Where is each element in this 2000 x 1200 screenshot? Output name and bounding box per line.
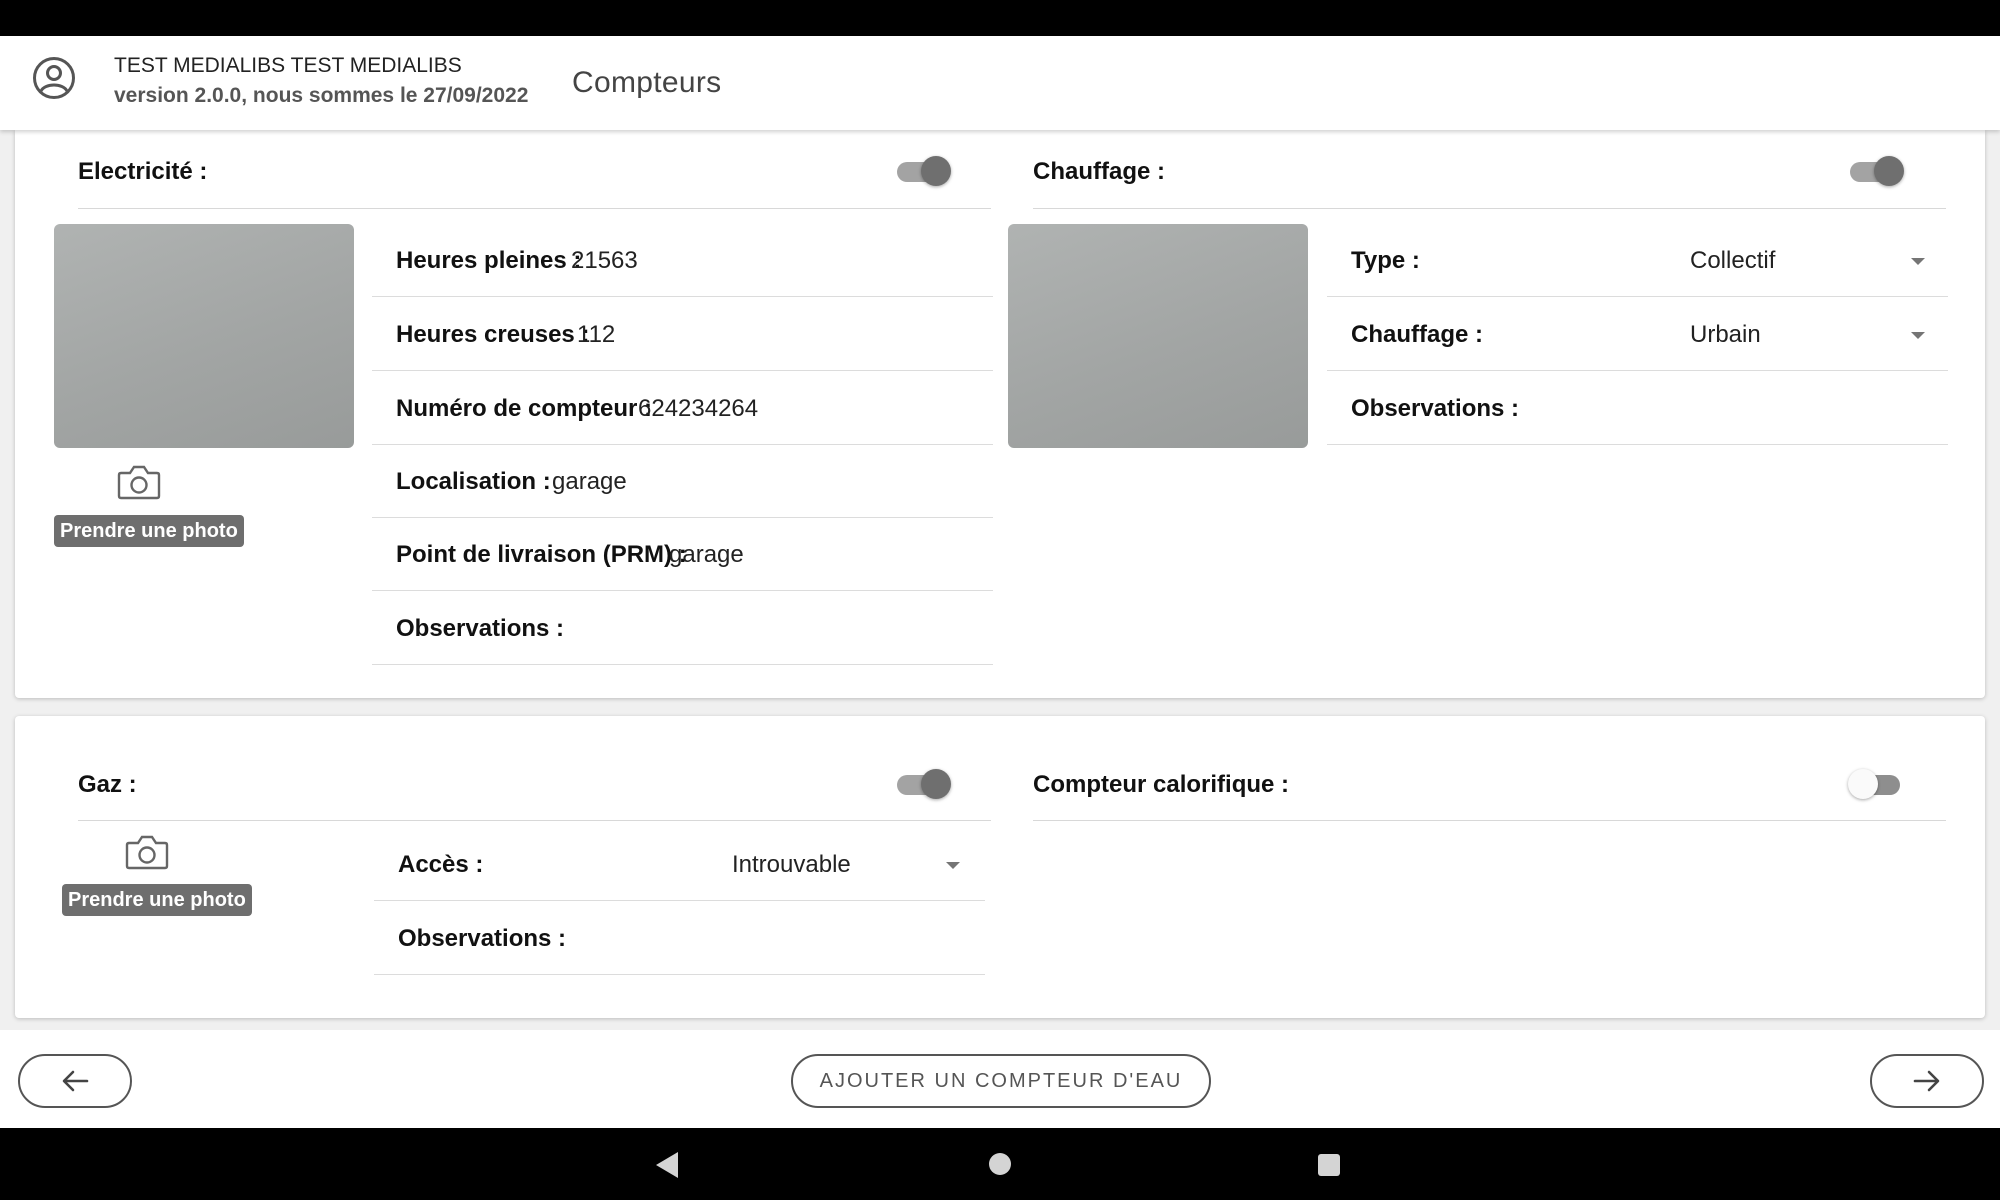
user-name: TEST MEDIALIBS TEST MEDIALIBS bbox=[114, 54, 462, 77]
system-home-icon[interactable] bbox=[989, 1153, 1011, 1175]
version-info: version 2.0.0, nous sommes le 27/09/2022 bbox=[114, 84, 529, 107]
section-divider bbox=[1033, 820, 1946, 821]
field-value: garage bbox=[669, 541, 744, 568]
take-photo-button[interactable]: Prendre une photo bbox=[54, 515, 244, 547]
field-heures-pleines[interactable]: Heures pleines : 21563 bbox=[372, 223, 993, 297]
system-nav-bar bbox=[0, 1128, 2000, 1200]
select-value: Introuvable bbox=[732, 851, 851, 878]
section-divider bbox=[78, 820, 991, 821]
next-button[interactable] bbox=[1870, 1054, 1984, 1108]
field-heures-creuses[interactable]: Heures creuses : 112 bbox=[372, 297, 993, 371]
field-label: Heures pleines : bbox=[396, 247, 582, 274]
arrow-left-icon bbox=[62, 1070, 89, 1092]
arrow-right-icon bbox=[1913, 1070, 1940, 1092]
toggle-knob bbox=[1848, 769, 1878, 799]
compteur-calorifique-title: Compteur calorifique : bbox=[1033, 771, 1290, 798]
field-observations[interactable]: Observations : bbox=[372, 591, 993, 665]
take-photo-button[interactable]: Prendre une photo bbox=[62, 884, 252, 916]
chauffage-toggle[interactable] bbox=[1848, 153, 1904, 187]
camera-icon[interactable] bbox=[125, 834, 169, 870]
status-bar bbox=[0, 0, 2000, 36]
select-acces[interactable]: Accès : Introuvable bbox=[374, 827, 985, 901]
field-label: Localisation : bbox=[396, 468, 551, 495]
field-label: Chauffage : bbox=[1351, 321, 1483, 348]
chevron-down-icon bbox=[1911, 332, 1925, 339]
app-header: TEST MEDIALIBS TEST MEDIALIBS version 2.… bbox=[0, 36, 2000, 130]
gaz-calorifique-card: Gaz : Prendre une photo Accès : Introuva… bbox=[15, 716, 1985, 1018]
toggle-knob bbox=[921, 156, 951, 186]
camera-icon[interactable] bbox=[117, 464, 161, 500]
section-divider bbox=[1033, 208, 1946, 209]
system-back-icon[interactable] bbox=[656, 1152, 678, 1178]
toggle-knob bbox=[921, 769, 951, 799]
field-value: garage bbox=[552, 468, 627, 495]
select-value: Urbain bbox=[1690, 321, 1761, 348]
field-point-livraison[interactable]: Point de livraison (PRM) : garage bbox=[372, 517, 993, 591]
page-title: Compteurs bbox=[572, 66, 722, 99]
toggle-knob bbox=[1874, 156, 1904, 186]
account-circle-icon[interactable] bbox=[32, 56, 76, 100]
electricite-title: Electricité : bbox=[78, 158, 208, 185]
select-chauffage[interactable]: Chauffage : Urbain bbox=[1327, 297, 1948, 371]
gaz-toggle[interactable] bbox=[895, 766, 951, 800]
chauffage-photo[interactable] bbox=[1008, 224, 1308, 448]
field-label: Type : bbox=[1351, 247, 1420, 274]
footer-bar: AJOUTER UN COMPTEUR D'EAU bbox=[0, 1030, 2000, 1128]
add-water-meter-button[interactable]: AJOUTER UN COMPTEUR D'EAU bbox=[791, 1054, 1211, 1108]
electricite-photo[interactable] bbox=[54, 224, 354, 448]
electricite-chauffage-card: Electricité : Prendre une photo Heures p… bbox=[15, 130, 1985, 698]
field-label: Numéro de compteur : bbox=[396, 395, 653, 422]
chauffage-observations[interactable]: Observations : bbox=[1327, 371, 1948, 445]
field-numero-compteur[interactable]: Numéro de compteur : 624234264 bbox=[372, 371, 993, 445]
chevron-down-icon bbox=[1911, 258, 1925, 265]
compteur-calorifique-toggle[interactable] bbox=[1848, 766, 1902, 800]
field-label: Observations : bbox=[396, 615, 565, 642]
system-recents-icon[interactable] bbox=[1318, 1154, 1340, 1176]
electricite-toggle[interactable] bbox=[895, 153, 951, 187]
chauffage-title: Chauffage : bbox=[1033, 158, 1165, 185]
back-button[interactable] bbox=[18, 1054, 132, 1108]
field-value: 624234264 bbox=[638, 395, 759, 422]
gaz-title: Gaz : bbox=[78, 771, 137, 798]
select-value: Collectif bbox=[1690, 247, 1776, 274]
field-localisation[interactable]: Localisation : garage bbox=[372, 444, 993, 518]
field-label: Observations : bbox=[1351, 395, 1520, 422]
gaz-observations[interactable]: Observations : bbox=[374, 901, 985, 975]
field-value: 112 bbox=[577, 321, 616, 348]
field-label: Point de livraison (PRM) : bbox=[396, 541, 687, 568]
field-label: Observations : bbox=[398, 925, 567, 952]
chevron-down-icon bbox=[946, 862, 960, 869]
field-value: 21563 bbox=[571, 247, 638, 274]
select-type[interactable]: Type : Collectif bbox=[1327, 223, 1948, 297]
section-divider bbox=[78, 208, 991, 209]
field-label: Accès : bbox=[398, 851, 484, 878]
field-label: Heures creuses : bbox=[396, 321, 590, 348]
